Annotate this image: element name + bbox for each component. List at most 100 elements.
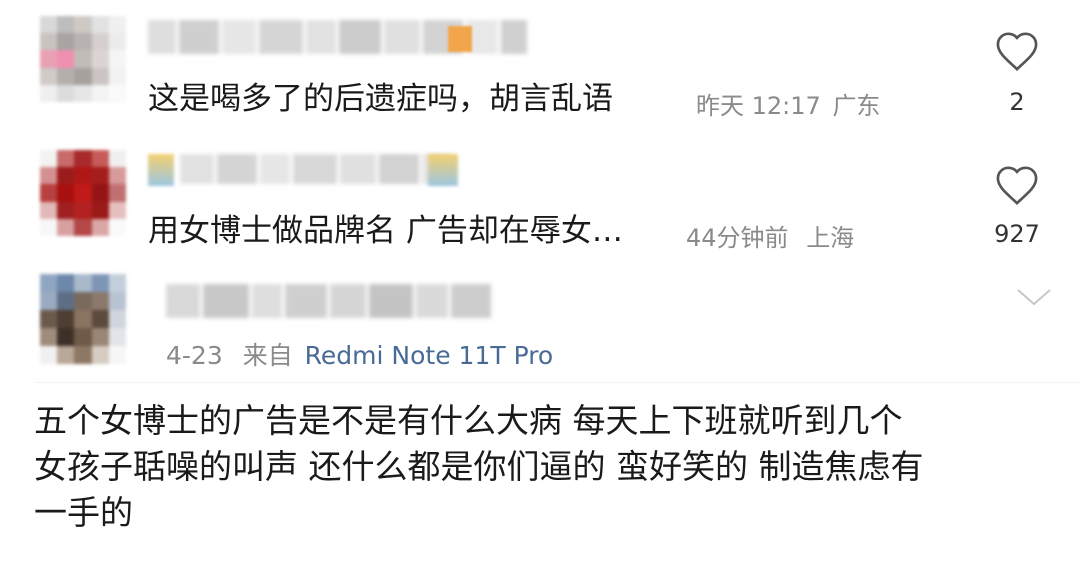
avatar-pixel bbox=[108, 328, 126, 346]
avatar-pixel bbox=[74, 16, 92, 34]
avatar-pixel bbox=[57, 328, 75, 346]
avatar-pixel bbox=[91, 184, 109, 202]
avatar-pixel bbox=[108, 346, 126, 364]
avatar-pixel bbox=[74, 292, 92, 310]
avatar[interactable] bbox=[40, 16, 126, 102]
avatar-pixel bbox=[74, 84, 92, 102]
avatar-pixel bbox=[57, 167, 75, 185]
comment-item[interactable]: 用女博士做品牌名 广告却在辱女… 44分钟前 上海 927 bbox=[0, 140, 1080, 270]
avatar-pixel bbox=[40, 167, 58, 185]
comment-time: 昨天 12:17 bbox=[696, 92, 821, 120]
avatar-pixel bbox=[40, 218, 58, 236]
avatar-pixel bbox=[108, 16, 126, 34]
avatar-pixel bbox=[74, 67, 92, 85]
avatar-pixel bbox=[57, 33, 75, 51]
avatar-pixel bbox=[91, 67, 109, 85]
avatar-pixel bbox=[108, 50, 126, 68]
post-header: 4-23 来自 Redmi Note 11T Pro bbox=[0, 270, 1080, 382]
avatar-pixel bbox=[108, 67, 126, 85]
avatar-pixel bbox=[40, 150, 58, 168]
avatar-pixel bbox=[74, 50, 92, 68]
avatar-pixel bbox=[108, 218, 126, 236]
avatar-pixel bbox=[40, 346, 58, 364]
avatar[interactable] bbox=[40, 150, 126, 236]
avatar-pixel bbox=[57, 292, 75, 310]
avatar-pixel bbox=[57, 274, 75, 292]
avatar-pixel bbox=[74, 274, 92, 292]
avatar-pixel bbox=[108, 84, 126, 102]
avatar[interactable] bbox=[40, 274, 126, 364]
avatar-pixel bbox=[108, 274, 126, 292]
avatar-pixel bbox=[40, 16, 58, 34]
comment-meta: 44分钟前 上海 bbox=[686, 218, 854, 253]
comment-meta: 昨天 12:17 广东 bbox=[696, 86, 880, 121]
avatar-pixel bbox=[57, 50, 75, 68]
avatar-pixel bbox=[74, 310, 92, 328]
comment-text: 这是喝多了的后遗症吗，胡言乱语 bbox=[148, 81, 613, 117]
avatar-pixel bbox=[57, 184, 75, 202]
avatar-pixel bbox=[91, 167, 109, 185]
avatar-pixel bbox=[40, 201, 58, 219]
avatar-pixel bbox=[57, 218, 75, 236]
post-text-line: 一手的 bbox=[34, 493, 133, 532]
comment-location: 上海 bbox=[806, 224, 855, 252]
avatar-pixel bbox=[40, 328, 58, 346]
post-body: 五个女博士的广告是不是有什么大病 每天上下班就听到几个 女孩子聒噪的叫声 还什么… bbox=[34, 398, 1054, 536]
avatar-pixel bbox=[40, 84, 58, 102]
avatar-pixel bbox=[91, 274, 109, 292]
post-date: 4-23 bbox=[166, 341, 223, 370]
post-text-line: 五个女博士的广告是不是有什么大病 每天上下班就听到几个 bbox=[34, 401, 903, 440]
avatar-pixel bbox=[40, 292, 58, 310]
user-badge bbox=[148, 154, 174, 186]
avatar-pixel bbox=[108, 167, 126, 185]
avatar-pixel bbox=[74, 346, 92, 364]
avatar-pixel bbox=[57, 150, 75, 168]
user-badge bbox=[448, 26, 472, 52]
comment-location: 广东 bbox=[832, 92, 881, 120]
avatar-pixel bbox=[40, 50, 58, 68]
avatar-pixel bbox=[74, 33, 92, 51]
avatar-pixel bbox=[40, 33, 58, 51]
avatar-pixel bbox=[57, 84, 75, 102]
avatar-pixel bbox=[91, 16, 109, 34]
avatar-pixel bbox=[91, 218, 109, 236]
avatar-pixel bbox=[40, 67, 58, 85]
avatar-pixel bbox=[108, 150, 126, 168]
avatar-pixel bbox=[91, 328, 109, 346]
avatar-pixel bbox=[57, 346, 75, 364]
avatar-pixel bbox=[74, 184, 92, 202]
avatar-pixel bbox=[91, 50, 109, 68]
avatar-pixel bbox=[91, 346, 109, 364]
heart-icon[interactable] bbox=[994, 30, 1040, 72]
chevron-down-icon[interactable] bbox=[1014, 286, 1054, 310]
avatar-pixel bbox=[57, 16, 75, 34]
avatar-pixel bbox=[74, 167, 92, 185]
avatar-pixel bbox=[108, 201, 126, 219]
avatar-pixel bbox=[40, 310, 58, 328]
avatar-pixel bbox=[74, 218, 92, 236]
like-count: 927 bbox=[994, 220, 1040, 248]
heart-icon[interactable] bbox=[994, 164, 1040, 206]
avatar-pixel bbox=[57, 67, 75, 85]
avatar-pixel bbox=[108, 33, 126, 51]
avatar-pixel bbox=[40, 274, 58, 292]
avatar-pixel bbox=[91, 33, 109, 51]
avatar-pixel bbox=[57, 310, 75, 328]
username[interactable] bbox=[166, 284, 491, 318]
avatar-pixel bbox=[91, 201, 109, 219]
avatar-pixel bbox=[74, 150, 92, 168]
avatar-pixel bbox=[91, 150, 109, 168]
avatar-pixel bbox=[108, 184, 126, 202]
username[interactable] bbox=[180, 154, 450, 184]
avatar-pixel bbox=[108, 292, 126, 310]
comment-item[interactable]: 这是喝多了的后遗症吗，胡言乱语 昨天 12:17 广东 2 bbox=[0, 0, 1080, 140]
post-via: 来自 bbox=[242, 341, 293, 370]
avatar-pixel bbox=[40, 184, 58, 202]
avatar-pixel bbox=[74, 201, 92, 219]
avatar-pixel bbox=[91, 292, 109, 310]
post-meta: 4-23 来自 Redmi Note 11T Pro bbox=[166, 336, 553, 372]
avatar-pixel bbox=[74, 328, 92, 346]
user-badge bbox=[428, 154, 458, 186]
comment-time: 44分钟前 bbox=[686, 224, 789, 252]
device-link[interactable]: Redmi Note 11T Pro bbox=[305, 341, 554, 370]
